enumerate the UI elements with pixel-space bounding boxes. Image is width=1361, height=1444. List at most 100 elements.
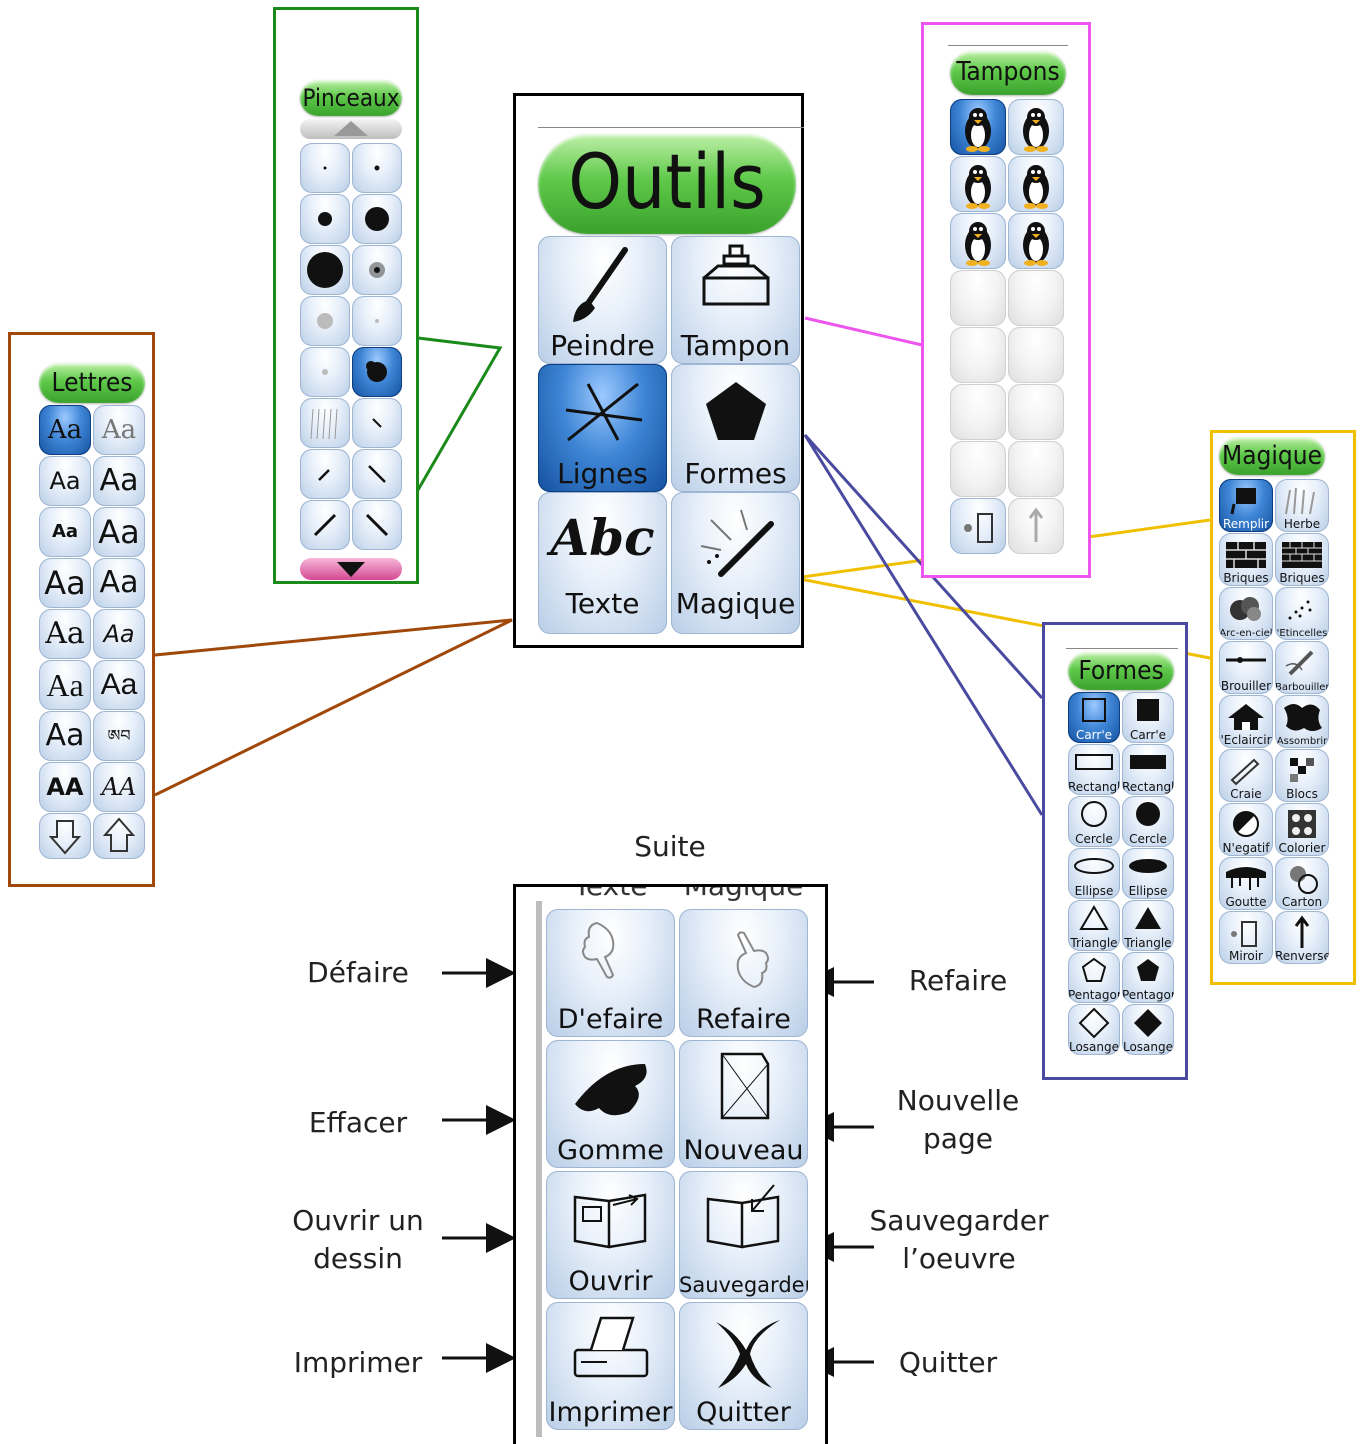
magic-tool-button[interactable]: 'Eclaircir <box>1219 695 1273 748</box>
font-button[interactable]: Aa <box>39 711 91 761</box>
brush-button[interactable] <box>300 449 350 499</box>
magic-tool-button[interactable]: N'egatif <box>1219 803 1273 856</box>
font-button[interactable]: Aa <box>39 456 91 506</box>
brush-button[interactable] <box>352 143 402 193</box>
stamp-button[interactable] <box>1008 156 1064 212</box>
font-button[interactable]: Aa <box>93 558 145 608</box>
shape-button[interactable]: Carr'e <box>1122 692 1174 743</box>
brush-button[interactable] <box>300 245 350 295</box>
shape-button[interactable]: Rectangle <box>1068 744 1120 795</box>
font-button[interactable]: Aa <box>93 660 145 710</box>
font-button[interactable]: Aa <box>39 507 91 557</box>
shape-button[interactable]: Ellipse <box>1068 848 1120 899</box>
quit-button[interactable]: Quitter <box>679 1302 808 1430</box>
flip-button[interactable] <box>1008 498 1064 554</box>
brush-button[interactable] <box>352 194 402 244</box>
shape-button[interactable]: Cercle <box>1068 796 1120 847</box>
magic-tool-button[interactable]: Barbouiller <box>1275 641 1329 694</box>
stamp-button[interactable] <box>950 213 1006 269</box>
empty-slot[interactable] <box>950 441 1006 497</box>
brush-button[interactable] <box>300 296 350 346</box>
magic-tool-button[interactable]: Blocs <box>1275 749 1329 802</box>
brush-button[interactable] <box>300 347 350 397</box>
brush-button[interactable] <box>352 347 402 397</box>
shape-button[interactable]: Carr'e <box>1068 692 1120 743</box>
stamp-button[interactable] <box>1008 99 1064 155</box>
shape-button[interactable]: Triangle <box>1068 900 1120 951</box>
tool-tampon[interactable]: Tampon <box>671 236 800 364</box>
brush-button[interactable] <box>352 500 402 550</box>
scroll-down-button[interactable] <box>300 558 402 580</box>
brush-button[interactable] <box>352 245 402 295</box>
shape-button[interactable]: Losange <box>1068 1004 1120 1055</box>
empty-slot[interactable] <box>1008 441 1064 497</box>
magic-tool-button[interactable]: Remplir <box>1219 479 1273 532</box>
stamp-button[interactable] <box>950 156 1006 212</box>
magic-tool-button[interactable]: Arc-en-ciel <box>1219 587 1273 640</box>
tool-magique[interactable]: Magique <box>671 492 800 634</box>
font-button[interactable]: Aa <box>93 507 145 557</box>
empty-slot[interactable] <box>1008 327 1064 383</box>
tool-peindre[interactable]: Peindre <box>538 236 667 364</box>
scroll-down-button[interactable] <box>39 813 91 859</box>
scroll-up-button[interactable] <box>300 119 402 139</box>
shape-button[interactable]: Losange <box>1122 1004 1174 1055</box>
magic-tool-button[interactable]: Herbe <box>1275 479 1329 532</box>
stamp-button[interactable] <box>950 99 1006 155</box>
font-button[interactable]: AA <box>93 762 145 812</box>
tool-texte[interactable]: Abc Texte <box>538 492 667 634</box>
magic-tool-button[interactable]: Briques <box>1219 533 1273 586</box>
magic-tool-button[interactable]: Renverser <box>1275 911 1329 964</box>
brush-button[interactable] <box>300 398 350 448</box>
open-button[interactable]: Ouvrir <box>546 1171 675 1299</box>
magic-tool-button[interactable]: Briques <box>1275 533 1329 586</box>
font-button[interactable]: Aa <box>93 405 145 455</box>
font-button[interactable]: Aa <box>93 456 145 506</box>
tool-lignes[interactable]: Lignes <box>538 364 667 492</box>
empty-slot[interactable] <box>950 270 1006 326</box>
magic-tool-button[interactable]: Carton <box>1275 857 1329 910</box>
font-button[interactable]: Aa <box>93 609 145 659</box>
brush-button[interactable] <box>352 296 402 346</box>
brush-button[interactable] <box>300 500 350 550</box>
shape-button[interactable]: Cercle <box>1122 796 1174 847</box>
empty-slot[interactable] <box>1008 270 1064 326</box>
print-button[interactable]: Imprimer <box>546 1302 675 1430</box>
eraser-button[interactable]: Gomme <box>546 1040 675 1168</box>
magic-tool-button[interactable]: Miroir <box>1219 911 1273 964</box>
shape-button[interactable]: Pentagone <box>1122 952 1174 1003</box>
magic-tool-button[interactable]: Assombrir <box>1275 695 1329 748</box>
brush-button[interactable] <box>300 143 350 193</box>
shape-button[interactable]: Pentagone <box>1068 952 1120 1003</box>
magic-tool-button[interactable]: Goutte <box>1219 857 1273 910</box>
empty-slot[interactable] <box>950 327 1006 383</box>
magic-tool-button[interactable]: Brouiller <box>1219 641 1273 694</box>
font-button[interactable]: AA <box>39 762 91 812</box>
font-button[interactable]: ཨབ <box>93 711 145 761</box>
save-button[interactable]: Sauvegarder <box>679 1171 808 1299</box>
magic-tool-button[interactable]: Colorier <box>1275 803 1329 856</box>
font-button[interactable]: Aa <box>39 660 91 710</box>
magic-tool-button[interactable]: Craie <box>1219 749 1273 802</box>
font-button[interactable]: Aa <box>39 405 91 455</box>
brush-button[interactable] <box>352 449 402 499</box>
brush-button[interactable] <box>300 194 350 244</box>
empty-slot[interactable] <box>950 384 1006 440</box>
mirror-button[interactable] <box>950 498 1006 554</box>
shape-button[interactable]: Ellipse <box>1122 848 1174 899</box>
font-sample-icon: Aa <box>44 564 86 602</box>
tool-formes[interactable]: Formes <box>671 364 800 492</box>
dot-brush-icon <box>374 165 380 171</box>
shape-button[interactable]: Rectangle <box>1122 744 1174 795</box>
undo-button[interactable]: D'efaire <box>546 909 675 1037</box>
shape-button[interactable]: Triangle <box>1122 900 1174 951</box>
magic-tool-button[interactable]: 'Etincelles <box>1275 587 1329 640</box>
font-button[interactable]: Aa <box>39 558 91 608</box>
scroll-up-button[interactable] <box>93 813 145 859</box>
font-button[interactable]: Aa <box>39 609 91 659</box>
brush-button[interactable] <box>352 398 402 448</box>
empty-slot[interactable] <box>1008 384 1064 440</box>
redo-button[interactable]: Refaire <box>679 909 808 1037</box>
stamp-button[interactable] <box>1008 213 1064 269</box>
new-button[interactable]: Nouveau <box>679 1040 808 1168</box>
